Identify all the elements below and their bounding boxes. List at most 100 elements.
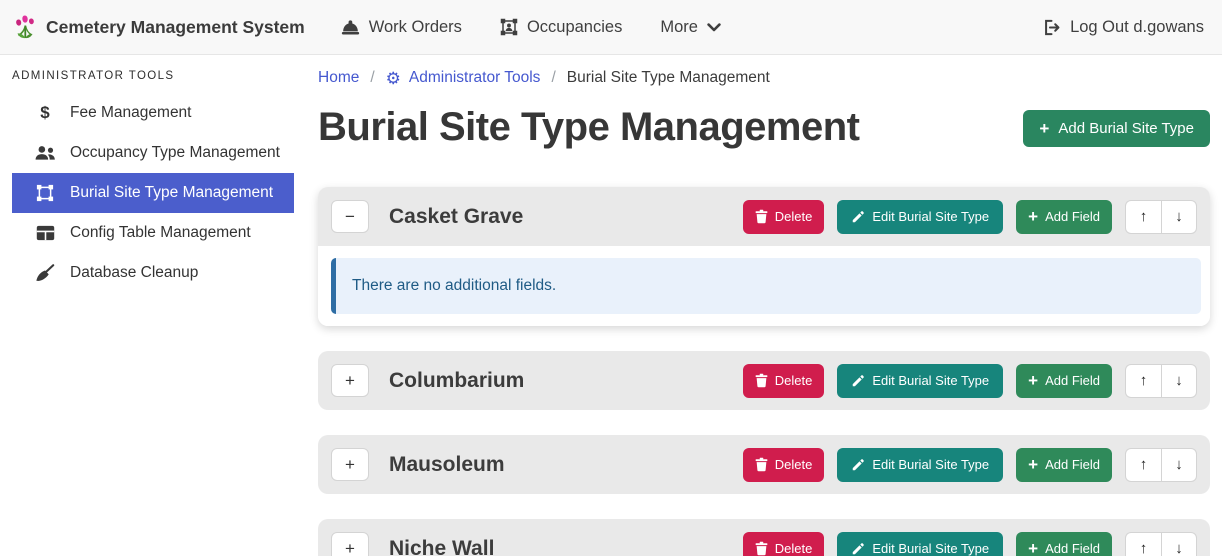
panel-actions: Delete Edit Burial Site Type (743, 532, 1197, 556)
delete-button[interactable]: Delete (743, 532, 825, 556)
tulip-logo-icon (14, 14, 36, 40)
burial-site-type-list: − Casket Grave Delete (318, 187, 1210, 556)
breadcrumb: Home / ⚙ Administrator Tools / Burial Si… (318, 63, 1210, 93)
panel-title: Columbarium (389, 369, 524, 393)
plus-icon: + (1039, 120, 1049, 137)
logout-icon (1042, 19, 1061, 36)
delete-button[interactable]: Delete (743, 200, 825, 234)
panel-header: + Niche Wall Delete (318, 519, 1210, 556)
pencil-icon (851, 458, 865, 472)
edit-burial-site-type-button[interactable]: Edit Burial Site Type (837, 200, 1003, 234)
top-navbar: Cemetery Management System Work Orders (0, 0, 1222, 55)
sidebar-item-label: Fee Management (70, 104, 192, 122)
panel-title: Casket Grave (389, 205, 523, 229)
panel-niche-wall: + Niche Wall Delete (318, 519, 1210, 556)
delete-label: Delete (775, 541, 813, 556)
sidebar-item-label: Occupancy Type Management (70, 144, 280, 162)
edit-burial-site-type-button[interactable]: Edit Burial Site Type (837, 364, 1003, 398)
delete-label: Delete (775, 209, 813, 224)
sidebar-item-occupancy-type-management[interactable]: Occupancy Type Management (12, 133, 294, 173)
delete-button[interactable]: Delete (743, 448, 825, 482)
main-content: Home / ⚙ Administrator Tools / Burial Si… (295, 55, 1222, 556)
add-field-button[interactable]: + Add Field (1016, 448, 1112, 482)
panel-actions: Delete Edit Burial Site Type (743, 364, 1197, 398)
sidebar-item-label: Config Table Management (70, 224, 251, 242)
sidebar-item-label: Database Cleanup (70, 264, 198, 282)
title-row: Burial Site Type Management + Add Burial… (318, 103, 1210, 151)
panel-title: Niche Wall (389, 537, 494, 556)
move-down-button[interactable]: ↓ (1161, 532, 1197, 556)
reorder-group: ↑ ↓ (1125, 364, 1197, 398)
add-field-button[interactable]: + Add Field (1016, 200, 1112, 234)
nav-work-orders[interactable]: Work Orders (341, 18, 462, 37)
main-nav: Work Orders Occupancies More (341, 18, 721, 37)
nav-occupancies[interactable]: Occupancies (500, 18, 622, 37)
move-down-button[interactable]: ↓ (1161, 200, 1197, 234)
edit-burial-site-type-button[interactable]: Edit Burial Site Type (837, 448, 1003, 482)
move-up-button[interactable]: ↑ (1125, 200, 1161, 234)
table-icon (33, 225, 57, 241)
nav-occupancies-label: Occupancies (527, 18, 622, 37)
expand-toggle-button[interactable]: + (331, 448, 369, 481)
gear-icon: ⚙ (386, 70, 401, 87)
delete-button[interactable]: Delete (743, 364, 825, 398)
trash-icon (755, 373, 768, 388)
edit-label: Edit Burial Site Type (872, 373, 989, 388)
breadcrumb-home-link[interactable]: Home (318, 69, 359, 87)
sidebar-item-config-table-management[interactable]: Config Table Management (12, 213, 294, 253)
breadcrumb-separator: / (370, 69, 374, 87)
trash-icon (755, 541, 768, 556)
add-field-label: Add Field (1045, 457, 1100, 472)
expand-toggle-button[interactable]: + (331, 532, 369, 556)
delete-label: Delete (775, 373, 813, 388)
move-down-button[interactable]: ↓ (1161, 364, 1197, 398)
panel-body: There are no additional fields. (318, 246, 1210, 326)
add-field-button[interactable]: + Add Field (1016, 364, 1112, 398)
panel-header: + Columbarium Delete (318, 351, 1210, 410)
no-fields-alert: There are no additional fields. (331, 258, 1201, 314)
app-brand[interactable]: Cemetery Management System (14, 14, 305, 40)
panel-actions: Delete Edit Burial Site Type (743, 448, 1197, 482)
expand-toggle-button[interactable]: + (331, 364, 369, 397)
panel-title: Mausoleum (389, 453, 505, 477)
add-field-label: Add Field (1045, 373, 1100, 388)
edit-label: Edit Burial Site Type (872, 209, 989, 224)
trash-icon (755, 457, 768, 472)
edit-burial-site-type-button[interactable]: Edit Burial Site Type (837, 532, 1003, 556)
sidebar-item-label: Burial Site Type Management (70, 184, 273, 202)
chevron-down-icon (707, 23, 721, 32)
occupancy-frame-icon (500, 18, 518, 36)
nav-work-orders-label: Work Orders (369, 18, 462, 37)
edit-label: Edit Burial Site Type (872, 541, 989, 556)
add-burial-site-type-label: Add Burial Site Type (1058, 120, 1194, 137)
panel-mausoleum: + Mausoleum Delete (318, 435, 1210, 494)
delete-label: Delete (775, 457, 813, 472)
reorder-group: ↑ ↓ (1125, 532, 1197, 556)
pencil-icon (851, 374, 865, 388)
breadcrumb-admin-tools-link[interactable]: ⚙ Administrator Tools (386, 69, 541, 87)
panel-actions: Delete Edit Burial Site Type (743, 200, 1197, 234)
collapse-toggle-button[interactable]: − (331, 200, 369, 233)
move-down-button[interactable]: ↓ (1161, 448, 1197, 482)
users-icon (33, 145, 57, 161)
sidebar-item-fee-management[interactable]: $ Fee Management (12, 93, 294, 133)
move-up-button[interactable]: ↑ (1125, 532, 1161, 556)
breadcrumb-separator: / (551, 69, 555, 87)
sidebar-item-database-cleanup[interactable]: Database Cleanup (12, 253, 294, 293)
pencil-icon (851, 210, 865, 224)
add-field-button[interactable]: + Add Field (1016, 532, 1112, 556)
logout-button[interactable]: Log Out d.gowans (1042, 18, 1204, 37)
move-up-button[interactable]: ↑ (1125, 448, 1161, 482)
add-field-label: Add Field (1045, 541, 1100, 556)
dollar-icon: $ (33, 103, 57, 123)
nav-more[interactable]: More (660, 18, 721, 37)
pencil-icon (851, 542, 865, 556)
trash-icon (755, 209, 768, 224)
move-up-button[interactable]: ↑ (1125, 364, 1161, 398)
panel-casket-grave: − Casket Grave Delete (318, 187, 1210, 326)
reorder-group: ↑ ↓ (1125, 200, 1197, 234)
plus-icon: + (1028, 540, 1038, 556)
add-burial-site-type-button[interactable]: + Add Burial Site Type (1023, 110, 1210, 147)
sidebar-item-burial-site-type-management[interactable]: Burial Site Type Management (12, 173, 294, 213)
vector-square-icon (33, 184, 57, 202)
